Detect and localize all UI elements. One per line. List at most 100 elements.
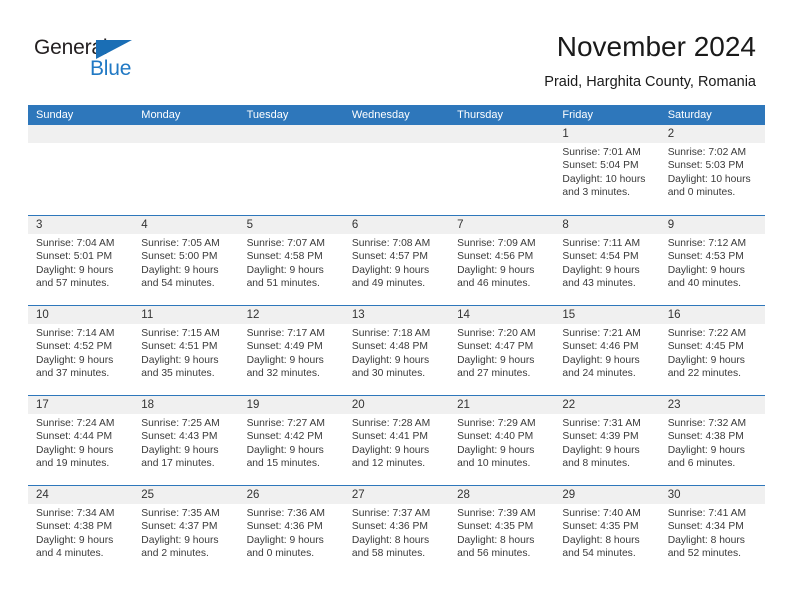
daylight-text: Daylight: 8 hours and 54 minutes. [562, 534, 640, 560]
day-number-strip: 12 [238, 306, 344, 324]
calendar-day-cell[interactable]: 22 Sunrise: 7:31 AM Sunset: 4:39 PM Dayligh… [554, 396, 660, 485]
calendar-day-cell[interactable]: 6 Sunrise: 7:08 AM Sunset: 4:57 PM Daylight… [343, 216, 450, 305]
calendar-day-cell[interactable]: 26 Sunrise: 7:36 AM Sunset: 4:36 PM Dayligh… [238, 486, 344, 575]
title-block: November 2024 Praid, Harghita County, Ro… [544, 30, 756, 92]
day-number-strip: 5 [238, 216, 344, 234]
weekday-header-row: Sunday Monday Tuesday Wednesday Thursday… [28, 105, 765, 125]
calendar-day-cell[interactable]: 30 Sunrise: 7:41 AM Sunset: 4:34 PM Dayligh… [659, 486, 765, 575]
calendar-grid: Sunday Monday Tuesday Wednesday Thursday… [28, 105, 765, 575]
daylight-text: Daylight: 9 hours and 12 minutes. [351, 444, 430, 470]
calendar-day-cell[interactable]: 16 Sunrise: 7:22 AM Sunset: 4:45 PM Dayligh… [659, 306, 765, 395]
calendar-day-cell[interactable]: 10 Sunrise: 7:14 AM Sunset: 4:52 PM Dayligh… [28, 306, 134, 395]
sunrise-text: Sunrise: 7:08 AM [351, 238, 431, 249]
calendar-day-cell[interactable]: 19 Sunrise: 7:27 AM Sunset: 4:42 PM Dayligh… [238, 396, 344, 485]
day-number: 4 [141, 219, 148, 231]
calendar-day-cell[interactable]: 14 Sunrise: 7:20 AM Sunset: 4:47 PM Dayligh… [449, 306, 555, 395]
sunset-text: Sunset: 4:56 PM [457, 251, 534, 263]
calendar-day-cell[interactable]: 9 Sunrise: 7:12 AM Sunset: 4:53 PM Daylight… [659, 216, 765, 305]
day-sun-info: Sunrise: 7:14 AM Sunset: 4:52 PM Daylight:… [28, 324, 133, 381]
calendar-day-cell[interactable]: 12 Sunrise: 7:17 AM Sunset: 4:49 PM Dayligh… [238, 306, 344, 395]
weekday-header-thursday: Thursday [457, 109, 503, 121]
calendar-day-cell-empty [238, 125, 344, 215]
day-number-strip [238, 125, 344, 143]
daylight-text: Daylight: 9 hours and 57 minutes. [36, 264, 114, 290]
calendar-day-cell[interactable]: 2 Sunrise: 7:02 AM Sunset: 5:03 PM Daylight… [659, 125, 765, 215]
day-number: 24 [36, 489, 49, 501]
calendar-day-cell[interactable]: 3 Sunrise: 7:04 AM Sunset: 5:01 PM Daylight… [28, 216, 134, 305]
day-number-strip [28, 125, 134, 143]
sunrise-text: Sunrise: 7:18 AM [351, 328, 431, 339]
calendar-day-cell[interactable]: 28 Sunrise: 7:39 AM Sunset: 4:35 PM Dayligh… [449, 486, 555, 575]
calendar-day-cell[interactable]: 18 Sunrise: 7:25 AM Sunset: 4:43 PM Dayligh… [133, 396, 239, 485]
calendar-day-cell[interactable]: 7 Sunrise: 7:09 AM Sunset: 4:56 PM Daylight… [449, 216, 555, 305]
calendar-day-cell[interactable]: 29 Sunrise: 7:40 AM Sunset: 4:35 PM Dayligh… [554, 486, 660, 575]
day-number-strip: 8 [554, 216, 660, 234]
weekday-header-wednesday: Wednesday [351, 109, 410, 121]
day-number-strip: 24 [28, 486, 134, 504]
calendar-day-cell[interactable]: 13 Sunrise: 7:18 AM Sunset: 4:48 PM Dayligh… [343, 306, 450, 395]
sunset-text: Sunset: 5:01 PM [36, 251, 113, 263]
sunrise-text: Sunrise: 7:04 AM [36, 238, 115, 249]
sunrise-text: Sunrise: 7:07 AM [246, 238, 325, 249]
day-number: 14 [457, 309, 470, 321]
calendar-week-row: 17 Sunrise: 7:24 AM Sunset: 4:44 PM Dayligh… [28, 395, 765, 485]
calendar-day-cell[interactable]: 24 Sunrise: 7:34 AM Sunset: 4:38 PM Dayligh… [28, 486, 134, 575]
day-sun-info: Sunrise: 7:15 AM Sunset: 4:51 PM Daylight:… [133, 324, 238, 381]
daylight-text: Daylight: 9 hours and 27 minutes. [457, 354, 535, 380]
sunset-text: Sunset: 4:37 PM [141, 521, 218, 533]
sunrise-text: Sunrise: 7:36 AM [246, 508, 325, 519]
daylight-text: Daylight: 9 hours and 37 minutes. [36, 354, 114, 380]
sunrise-text: Sunrise: 7:21 AM [562, 328, 641, 339]
calendar-day-cell[interactable]: 15 Sunrise: 7:21 AM Sunset: 4:46 PM Dayligh… [554, 306, 660, 395]
day-sun-info: Sunrise: 7:40 AM Sunset: 4:35 PM Daylight:… [554, 504, 659, 561]
day-number-strip: 27 [343, 486, 450, 504]
day-number-strip: 18 [133, 396, 239, 414]
sunset-text: Sunset: 4:39 PM [562, 431, 639, 443]
calendar-week-row: 24 Sunrise: 7:34 AM Sunset: 4:38 PM Dayligh… [28, 485, 765, 575]
sunrise-text: Sunrise: 7:20 AM [457, 328, 536, 339]
calendar-day-cell[interactable]: 4 Sunrise: 7:05 AM Sunset: 5:00 PM Daylight… [133, 216, 239, 305]
sunset-text: Sunset: 4:38 PM [36, 521, 113, 533]
day-number-strip: 10 [28, 306, 134, 324]
sunrise-text: Sunrise: 7:02 AM [667, 147, 747, 158]
day-number-strip: 17 [28, 396, 134, 414]
calendar-day-cell[interactable]: 21 Sunrise: 7:29 AM Sunset: 4:40 PM Dayligh… [449, 396, 555, 485]
daylight-text: Daylight: 8 hours and 58 minutes. [351, 534, 430, 560]
day-sun-info: Sunrise: 7:28 AM Sunset: 4:41 PM Daylight:… [344, 414, 449, 471]
page-header: General Blue November 2024 Praid, Harghi… [0, 0, 792, 100]
calendar-week-row: 1 Sunrise: 7:01 AM Sunset: 5:04 PM Daylight… [28, 125, 765, 215]
day-number: 11 [141, 309, 154, 321]
day-sun-info: Sunrise: 7:20 AM Sunset: 4:47 PM Daylight:… [449, 324, 554, 381]
calendar-day-cell[interactable]: 25 Sunrise: 7:35 AM Sunset: 4:37 PM Dayligh… [133, 486, 239, 575]
calendar-day-cell[interactable]: 8 Sunrise: 7:11 AM Sunset: 4:54 PM Daylight… [554, 216, 660, 305]
daylight-text: Daylight: 10 hours and 3 minutes. [562, 173, 646, 199]
day-number: 5 [246, 219, 253, 231]
calendar-day-cell[interactable]: 1 Sunrise: 7:01 AM Sunset: 5:04 PM Daylight… [554, 125, 660, 215]
day-sun-info: Sunrise: 7:04 AM Sunset: 5:01 PM Daylight:… [28, 234, 133, 291]
day-number: 2 [667, 128, 675, 140]
sunset-text: Sunset: 4:54 PM [562, 251, 639, 263]
calendar-day-cell[interactable]: 17 Sunrise: 7:24 AM Sunset: 4:44 PM Dayligh… [28, 396, 134, 485]
daylight-text: Daylight: 9 hours and 30 minutes. [351, 354, 430, 380]
day-number: 29 [562, 489, 576, 501]
sunset-text: Sunset: 5:03 PM [667, 160, 744, 172]
sunrise-text: Sunrise: 7:25 AM [141, 418, 220, 429]
calendar-day-cell[interactable]: 11 Sunrise: 7:15 AM Sunset: 4:51 PM Dayligh… [133, 306, 239, 395]
day-number: 25 [141, 489, 155, 501]
day-sun-info: Sunrise: 7:02 AM Sunset: 5:03 PM Daylight:… [660, 143, 765, 200]
general-blue-logo[interactable]: General Blue [34, 36, 144, 82]
calendar-day-cell[interactable]: 23 Sunrise: 7:32 AM Sunset: 4:38 PM Dayligh… [659, 396, 765, 485]
day-number-strip [133, 125, 239, 143]
sunrise-text: Sunrise: 7:41 AM [667, 508, 747, 519]
sunrise-text: Sunrise: 7:28 AM [351, 418, 431, 429]
day-number-strip: 30 [659, 486, 765, 504]
logo-text-blue: Blue [90, 57, 132, 80]
day-number-strip: 9 [659, 216, 765, 234]
day-sun-info: Sunrise: 7:41 AM Sunset: 4:34 PM Daylight:… [660, 504, 765, 561]
sunset-text: Sunset: 4:45 PM [667, 341, 744, 353]
weekday-header-monday: Monday [141, 109, 181, 121]
calendar-day-cell[interactable]: 20 Sunrise: 7:28 AM Sunset: 4:41 PM Dayligh… [343, 396, 450, 485]
calendar-day-cell[interactable]: 5 Sunrise: 7:07 AM Sunset: 4:58 PM Daylight… [238, 216, 344, 305]
calendar-day-cell[interactable]: 27 Sunrise: 7:37 AM Sunset: 4:36 PM Dayligh… [343, 486, 450, 575]
weekday-header-sunday: Sunday [36, 109, 74, 121]
